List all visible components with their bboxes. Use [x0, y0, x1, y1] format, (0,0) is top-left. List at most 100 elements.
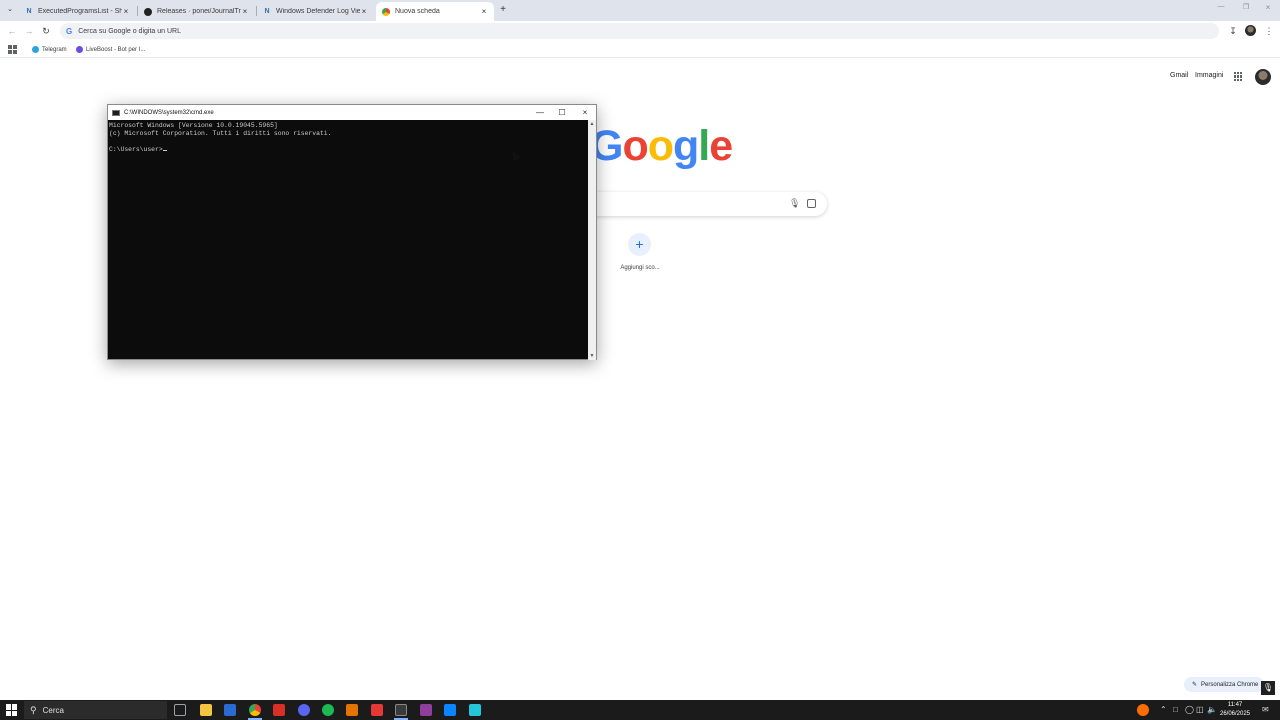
bookmark-label: LiveBoost - Bot per I...: [86, 46, 146, 53]
scroll-down-icon[interactable]: ▼: [588, 352, 596, 360]
notification-icon[interactable]: ✉: [1262, 705, 1269, 714]
add-shortcut-label: Aggiungi sco...: [620, 265, 660, 271]
app-icon-blue[interactable]: [224, 704, 236, 716]
clock-time: 11:47: [1227, 702, 1243, 708]
console-line: Microsoft Windows [Versione 10.0.19045.5…: [109, 122, 278, 129]
network-icon[interactable]: ◫: [1196, 705, 1204, 714]
logo-letter: l: [698, 122, 710, 170]
app-icon-blue-2[interactable]: [444, 704, 456, 716]
logo-letter: e: [709, 122, 733, 170]
app-icon-teal[interactable]: [469, 704, 481, 716]
app-icon-red-2[interactable]: [371, 704, 383, 716]
winrar-icon[interactable]: [420, 704, 432, 716]
profile-avatar[interactable]: [1245, 25, 1256, 36]
close-window-icon[interactable]: ×: [1261, 3, 1275, 15]
tab-nuova-scheda[interactable]: Nuova scheda ×: [376, 2, 494, 21]
cmd-taskbar-icon[interactable]: [395, 704, 407, 716]
app-icon-orange[interactable]: [346, 704, 358, 716]
cmd-titlebar[interactable]: C:\WINDOWS\system32\cmd.exe: [108, 105, 596, 120]
tab-windows-defender-log[interactable]: N Windows Defender Log Viewer ×: [257, 2, 374, 21]
close-icon[interactable]: ×: [241, 7, 249, 16]
taskbar-search-box[interactable]: ⚲ Cerca: [24, 701, 167, 719]
minimize-icon[interactable]: —: [1214, 3, 1228, 15]
chrome-icon: [382, 7, 390, 16]
lens-camera-icon[interactable]: [807, 199, 816, 208]
nirsoft-icon: N: [26, 7, 32, 15]
cmd-window[interactable]: C:\WINDOWS\system32\cmd.exe — ☐ × Micros…: [107, 104, 597, 360]
bookmark-label: Telegram: [42, 46, 67, 53]
console-line: (c) Microsoft Corporation. Tutti i dirit…: [109, 130, 332, 137]
logo-letter: o: [622, 122, 648, 170]
chrome-taskbar-icon[interactable]: [249, 704, 261, 716]
volume-icon[interactable]: 🔈: [1207, 705, 1217, 714]
task-view-icon[interactable]: [174, 704, 186, 716]
forward-arrow-icon[interactable]: →: [23, 25, 35, 37]
close-icon[interactable]: ×: [122, 7, 130, 16]
reload-icon[interactable]: ↻: [40, 25, 52, 37]
tab-strip: ⌄ N ExecutedProgramsList - Shows × Relea…: [0, 0, 1280, 21]
google-apps-grid-icon[interactable]: [1234, 72, 1243, 81]
menu-kebab-icon[interactable]: ⋮: [1263, 25, 1275, 37]
scroll-up-icon[interactable]: ▲: [588, 120, 596, 128]
tab-executed-programs[interactable]: N ExecutedProgramsList - Shows ×: [19, 2, 136, 21]
microphone-icon[interactable]: 🎙: [789, 198, 800, 209]
telegram-icon: [32, 46, 39, 53]
address-bar[interactable]: G Cerca su Google o digita un URL: [60, 23, 1219, 39]
apps-grid-icon[interactable]: [8, 45, 17, 54]
logo-letter: g: [673, 122, 699, 170]
address-bar-placeholder: Cerca su Google o digita un URL: [78, 27, 181, 35]
download-icon[interactable]: ↧: [1227, 25, 1239, 37]
gmail-link[interactable]: Gmail: [1170, 72, 1188, 79]
discord-icon[interactable]: [298, 704, 310, 716]
new-tab-button[interactable]: +: [497, 4, 509, 16]
customize-label: Personalizza Chrome: [1201, 681, 1259, 688]
search-icon: ⚲: [30, 704, 37, 715]
tab-title: Windows Defender Log Viewer: [276, 8, 360, 15]
windows-taskbar: ⚲ Cerca ⌃ □ ◯ ◫ 🔈 11:47 26/06/2025 ✉: [0, 700, 1280, 720]
pencil-icon: ✎: [1192, 682, 1198, 688]
browser-toolbar: ← → ↻ G Cerca su Google o digita un URL …: [0, 21, 1280, 41]
taskbar-clock[interactable]: 11:47 26/06/2025: [1217, 701, 1253, 719]
bookmark-liveboost[interactable]: LiveBoost - Bot per I...: [76, 44, 145, 55]
tray-app-icon[interactable]: [1137, 704, 1149, 716]
google-search-box[interactable]: 🎙: [560, 192, 827, 216]
restore-icon[interactable]: ❐: [1239, 3, 1253, 15]
start-windows-icon[interactable]: [6, 704, 18, 716]
close-icon[interactable]: ×: [360, 7, 368, 16]
close-window-icon[interactable]: ×: [574, 105, 596, 120]
add-shortcut-button[interactable]: +: [628, 233, 651, 256]
google-account-avatar[interactable]: [1255, 69, 1271, 85]
chevron-up-icon[interactable]: ⌃: [1160, 705, 1167, 714]
tab-title: Releases · ponei/JournalTrace: [157, 8, 241, 15]
file-explorer-icon[interactable]: [200, 704, 212, 716]
back-arrow-icon[interactable]: ←: [6, 25, 18, 37]
tab-search-chevron-icon[interactable]: ⌄: [5, 5, 15, 15]
minimize-icon[interactable]: —: [529, 105, 551, 120]
bookmark-telegram[interactable]: Telegram: [32, 44, 67, 55]
images-link[interactable]: Immagini: [1195, 72, 1223, 79]
google-logo: Google: [590, 122, 733, 171]
google-g-icon: G: [66, 26, 73, 36]
close-icon[interactable]: ×: [480, 7, 488, 16]
cmd-title: C:\WINDOWS\system32\cmd.exe: [124, 109, 214, 116]
cmd-scrollbar[interactable]: ▲ ▼: [588, 120, 596, 360]
tab-title: ExecutedProgramsList - Shows: [38, 8, 122, 15]
cmd-icon: [112, 109, 120, 116]
spotify-icon[interactable]: [322, 704, 334, 716]
nirsoft-icon: N: [264, 7, 270, 15]
logo-letter: o: [647, 122, 674, 170]
app-icon-red[interactable]: [273, 704, 285, 716]
tray-icon[interactable]: □: [1173, 705, 1178, 714]
microphone-button-icon[interactable]: 🎙: [1261, 681, 1275, 695]
bookmarks-bar: Telegram LiveBoost - Bot per I...: [0, 41, 1280, 58]
console-prompt: C:\Users\user>: [109, 146, 163, 153]
tray-icon[interactable]: ◯: [1185, 705, 1194, 714]
maximize-icon[interactable]: ☐: [551, 105, 573, 120]
github-icon: [144, 7, 152, 16]
tab-releases-journaltrace[interactable]: Releases · ponei/JournalTrace ×: [138, 2, 255, 21]
liveboost-icon: [76, 46, 83, 53]
tab-title: Nuova scheda: [395, 8, 440, 15]
clock-date: 26/06/2025: [1219, 711, 1251, 717]
customize-chrome-button[interactable]: ✎ Personalizza Chrome: [1184, 677, 1264, 692]
